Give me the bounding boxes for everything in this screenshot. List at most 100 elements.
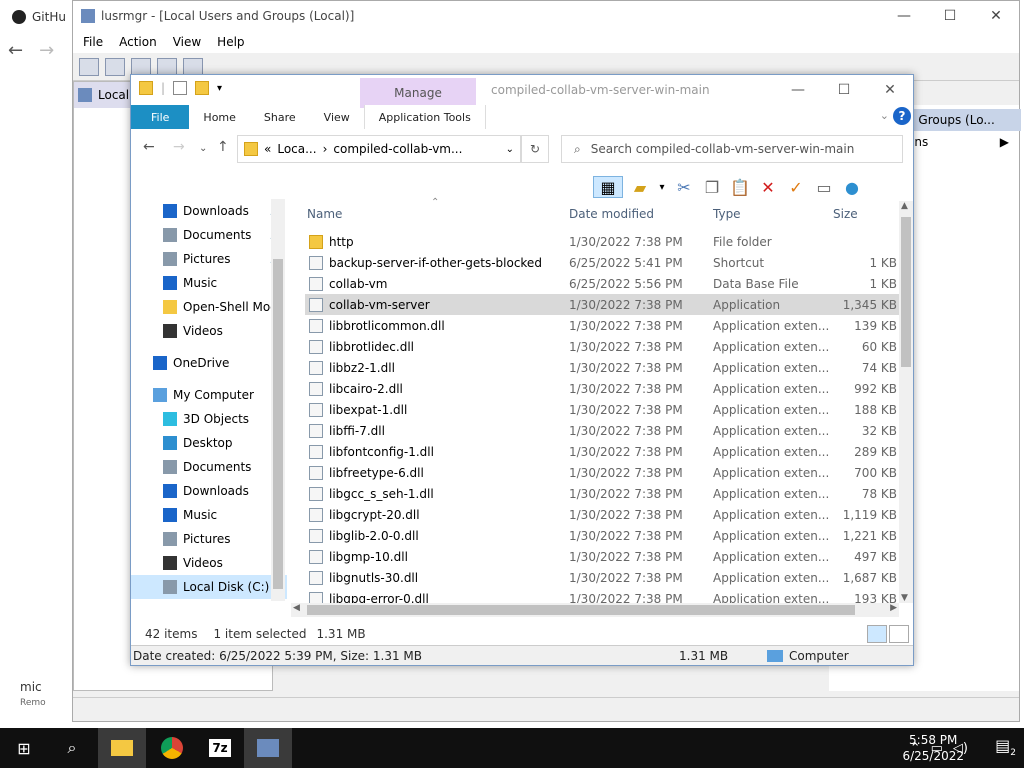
file-row[interactable]: libbz2-1.dll 1/30/2022 7:38 PM Application…: [305, 357, 899, 378]
show-hide-tree-icon[interactable]: [131, 57, 151, 76]
manage-tab[interactable]: Manage: [360, 78, 476, 108]
column-header-type[interactable]: Type: [713, 207, 741, 221]
column-header-name[interactable]: Name: [307, 207, 342, 221]
nav-item[interactable]: Videos: [131, 551, 287, 575]
file-row[interactable]: libcairo-2.dll 1/30/2022 7:38 PM Applicati…: [305, 378, 899, 399]
lusrmgr-icon[interactable]: [244, 728, 292, 768]
scroll-right-icon[interactable]: ▶: [890, 603, 897, 613]
expand-ribbon-icon[interactable]: ⌄: [880, 109, 889, 122]
file-row[interactable]: libbrotlidec.dll 1/30/2022 7:38 PM Applica…: [305, 336, 899, 357]
breadcrumb-folder[interactable]: compiled-collab-vm...: [333, 142, 462, 156]
tab-file[interactable]: File: [131, 105, 190, 129]
column-header-date[interactable]: Date modified: [569, 207, 654, 221]
details-view-icon[interactable]: [867, 625, 887, 643]
close-button[interactable]: ✕: [867, 75, 913, 105]
nav-item[interactable]: Music: [131, 271, 287, 295]
rename-icon[interactable]: ✓: [785, 176, 807, 198]
browser-tab[interactable]: GitHu: [12, 6, 66, 28]
file-row[interactable]: libfontconfig-1.dll 1/30/2022 7:38 PM Appl…: [305, 441, 899, 462]
preview-pane-icon[interactable]: ▦: [593, 176, 623, 198]
back-arrow-icon[interactable]: ←: [8, 40, 23, 61]
file-row[interactable]: libgnutls-30.dll 1/30/2022 7:38 PM Applica…: [305, 567, 899, 588]
menu-view[interactable]: View: [173, 35, 201, 49]
help-icon[interactable]: [157, 57, 177, 76]
file-row[interactable]: backup-server-if-other-gets-blocked 6/25/…: [305, 252, 899, 273]
download-notification[interactable]: mic Remo: [20, 680, 80, 708]
nav-item[interactable]: My Computer: [131, 383, 287, 407]
minimize-button[interactable]: —: [881, 1, 927, 31]
nav-item[interactable]: Network: [131, 599, 287, 601]
file-row[interactable]: libgcc_s_seh-1.dll 1/30/2022 7:38 PM Appli…: [305, 483, 899, 504]
address-bar[interactable]: « Loca... › compiled-collab-vm... ⌄: [237, 135, 521, 163]
file-row[interactable]: collab-vm-server 1/30/2022 7:38 PM Applica…: [305, 294, 899, 315]
up-arrow-icon[interactable]: ↑: [217, 139, 229, 155]
file-explorer-icon[interactable]: [98, 728, 146, 768]
address-dropdown-icon[interactable]: ⌄: [506, 144, 520, 155]
nav-scrollbar[interactable]: [271, 199, 285, 601]
forward-arrow-icon[interactable]: →: [39, 40, 54, 61]
nav-item[interactable]: Desktop: [131, 431, 287, 455]
file-row[interactable]: http 1/30/2022 7:38 PM File folder: [305, 231, 899, 252]
qat-dropdown-icon[interactable]: ▾: [217, 83, 222, 94]
nav-item[interactable]: Downloads📌: [131, 199, 287, 223]
forward-arrow-icon[interactable]: →: [173, 139, 185, 155]
copy-icon[interactable]: ❐: [701, 176, 723, 198]
nav-item[interactable]: Music: [131, 503, 287, 527]
7zip-icon[interactable]: 7z: [196, 728, 244, 768]
file-row[interactable]: libglib-2.0-0.dll 1/30/2022 7:38 PM Applic…: [305, 525, 899, 546]
new-folder-icon[interactable]: ▰: [629, 176, 651, 198]
nav-scrollbar-thumb[interactable]: [273, 259, 283, 589]
dropdown-icon[interactable]: ▾: [657, 176, 667, 198]
nav-item[interactable]: Videos: [131, 319, 287, 343]
file-row[interactable]: libexpat-1.dll 1/30/2022 7:38 PM Applicati…: [305, 399, 899, 420]
nav-item[interactable]: Downloads: [131, 479, 287, 503]
globe-icon[interactable]: ●: [841, 176, 863, 198]
paste-icon[interactable]: 📋: [729, 176, 751, 198]
search-input[interactable]: ⌕ Search compiled-collab-vm-server-win-m…: [561, 135, 903, 163]
nav-item[interactable]: 3D Objects: [131, 407, 287, 431]
maximize-button[interactable]: ☐: [821, 75, 867, 105]
search-icon[interactable]: ⌕: [48, 728, 96, 768]
refresh-button[interactable]: ↻: [521, 135, 549, 163]
hscroll-thumb[interactable]: [307, 605, 855, 615]
file-row[interactable]: libffi-7.dll 1/30/2022 7:38 PM Application…: [305, 420, 899, 441]
scroll-down-icon[interactable]: ▼: [901, 593, 908, 603]
column-header-size[interactable]: Size: [833, 207, 858, 221]
back-icon[interactable]: [79, 57, 99, 76]
clock[interactable]: 5:58 PM 6/25/2022: [902, 732, 964, 764]
properties-icon[interactable]: ▭: [813, 176, 835, 198]
back-arrow-icon[interactable]: ←: [143, 139, 155, 155]
nav-item[interactable]: Documents: [131, 455, 287, 479]
file-row[interactable]: collab-vm 6/25/2022 5:56 PM Data Base File…: [305, 273, 899, 294]
cut-icon[interactable]: ✂: [673, 176, 695, 198]
chrome-icon[interactable]: [148, 728, 196, 768]
nav-item[interactable]: Pictures: [131, 527, 287, 551]
maximize-button[interactable]: ☐: [927, 1, 973, 31]
actions-header[interactable]: d Groups (Lo...: [903, 109, 1021, 131]
properties-icon[interactable]: [183, 57, 203, 76]
properties-icon[interactable]: [173, 81, 188, 95]
delete-icon[interactable]: ✕: [757, 176, 779, 198]
nav-item[interactable]: Documents📌: [131, 223, 287, 247]
tab-view[interactable]: View: [310, 105, 364, 129]
notification-center-icon[interactable]: ▤2: [995, 736, 1016, 758]
start-icon[interactable]: ⊞: [0, 728, 48, 768]
help-icon[interactable]: ?: [893, 107, 911, 125]
forward-icon[interactable]: [105, 57, 125, 76]
vscroll-thumb[interactable]: [901, 217, 911, 367]
nav-item[interactable]: Local Disk (C:): [131, 575, 287, 599]
menu-file[interactable]: File: [83, 35, 103, 49]
file-list-hscroll[interactable]: ◀ ▶: [291, 603, 899, 617]
nav-item[interactable]: Open-Shell Mod: [131, 295, 287, 319]
recent-dropdown-icon[interactable]: ⌄: [199, 143, 207, 154]
actions-more[interactable]: ons ▶: [903, 135, 1021, 149]
menu-help[interactable]: Help: [217, 35, 244, 49]
breadcrumb-local[interactable]: Loca...: [277, 142, 316, 156]
minimize-button[interactable]: —: [775, 75, 821, 105]
close-button[interactable]: ✕: [973, 1, 1019, 31]
new-folder-icon[interactable]: [195, 81, 210, 95]
menu-action[interactable]: Action: [119, 35, 157, 49]
file-row[interactable]: libfreetype-6.dll 1/30/2022 7:38 PM Applic…: [305, 462, 899, 483]
scroll-up-icon[interactable]: ▲: [901, 201, 908, 211]
tab-application-tools[interactable]: Application Tools: [363, 105, 486, 129]
